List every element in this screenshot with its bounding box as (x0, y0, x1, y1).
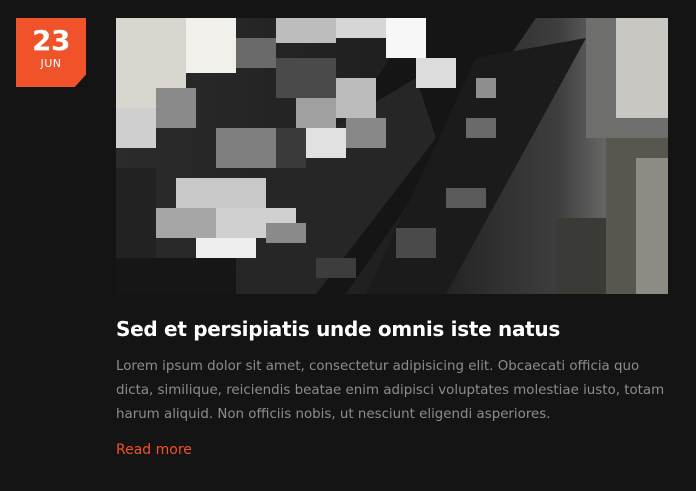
date-day: 23 (32, 24, 70, 57)
date-badge: 23 JUN (16, 18, 86, 87)
post-thumbnail-image[interactable] (116, 18, 668, 294)
post-excerpt: Lorem ipsum dolor sit amet, consectetur … (116, 359, 665, 422)
read-more-link[interactable]: Read more (116, 438, 192, 462)
post-title[interactable]: Sed et persipiatis unde omnis iste natus (116, 314, 676, 344)
date-month: JUN (40, 57, 62, 70)
pixelated-photo (116, 18, 668, 294)
